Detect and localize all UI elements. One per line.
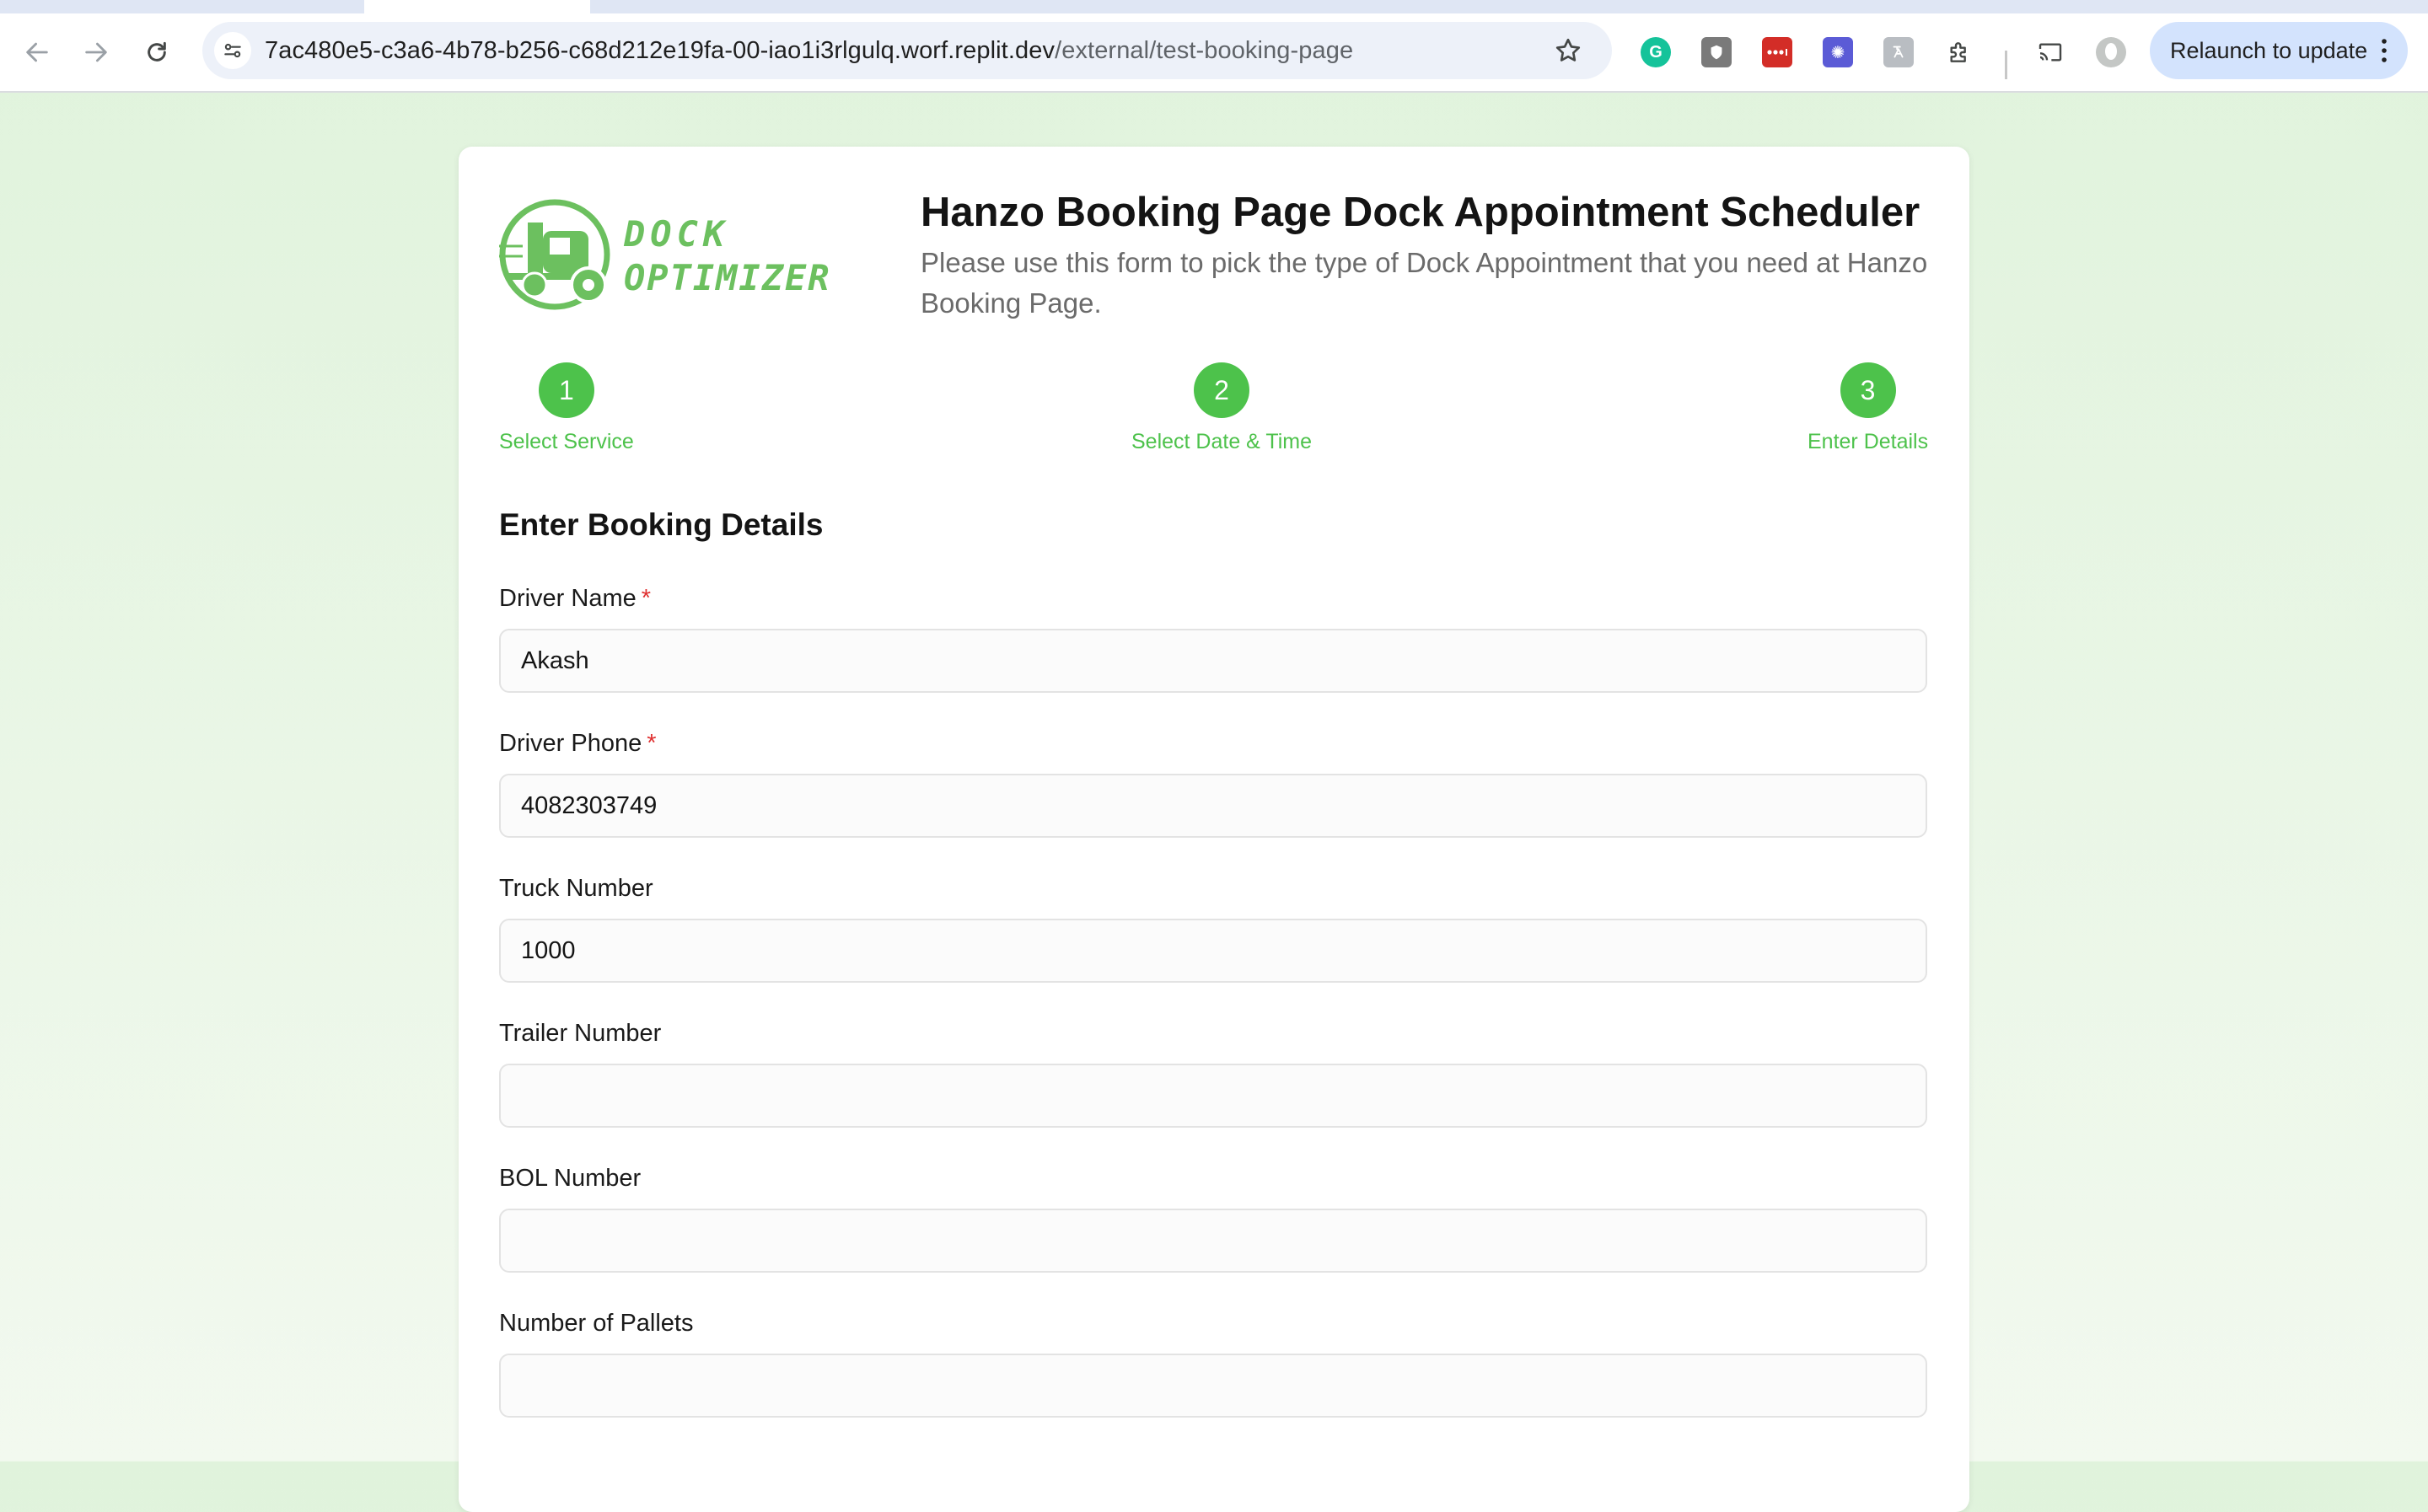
reload-icon[interactable] — [142, 37, 172, 67]
sparkle-icon[interactable]: ✺ — [1823, 37, 1853, 67]
step-select-date-time[interactable]: 2 Select Date & Time — [1131, 362, 1312, 454]
step-number: 3 — [1840, 362, 1896, 418]
trailer-number-label: Trailer Number — [499, 1020, 662, 1047]
truck-number-label: Truck Number — [499, 875, 653, 902]
site-settings-icon[interactable] — [214, 32, 251, 69]
required-marker: * — [641, 585, 652, 612]
step-label: Select Service — [499, 430, 634, 453]
bol-number-label: BOL Number — [499, 1165, 642, 1192]
lastpass-icon[interactable] — [1762, 37, 1792, 67]
step-enter-details[interactable]: 3 Enter Details — [1808, 362, 1928, 454]
driver-name-label: Driver Name * — [499, 585, 651, 613]
number-of-pallets-input[interactable] — [499, 1354, 1927, 1418]
required-marker: * — [647, 730, 657, 757]
bol-number-input[interactable] — [499, 1209, 1927, 1273]
step-label: Select Date & Time — [1131, 430, 1312, 453]
number-of-pallets-label: Number of Pallets — [499, 1310, 694, 1337]
trailer-number-input[interactable] — [499, 1064, 1927, 1128]
logo-text-line2: OPTIMIZER — [624, 257, 831, 298]
address-bar[interactable]: 7ac480e5-c3a6-4b78-b256-c68d212e19fa-00-… — [202, 22, 1612, 79]
puzzle-icon[interactable] — [1944, 37, 1974, 67]
page-subtitle: Please use this form to pick the type of… — [921, 247, 1928, 319]
field-label-text: Driver Name — [499, 585, 637, 612]
more-menu-icon[interactable] — [2377, 37, 2391, 64]
step-number: 1 — [538, 362, 594, 418]
step-number: 2 — [1193, 362, 1249, 418]
active-tab[interactable] — [364, 0, 590, 13]
grammarly-icon[interactable]: G — [1641, 37, 1671, 67]
browser-toolbar: 7ac480e5-c3a6-4b78-b256-c68d212e19fa-00-… — [0, 13, 2428, 93]
logo-text-line1: DOCK — [623, 213, 729, 255]
step-select-service[interactable]: 1 Select Service — [499, 362, 634, 454]
page-title: Hanzo Booking Page Dock Appointment Sche… — [921, 190, 1920, 235]
truck-logo-icon: DOCK OPTIMIZER — [499, 199, 831, 310]
bookmark-star-icon[interactable] — [1553, 35, 1583, 66]
toolbar-divider — [2005, 51, 2007, 79]
url-host: 7ac480e5-c3a6-4b78-b256-c68d212e19fa-00-… — [265, 37, 1056, 64]
url-path: /external/test-booking-page — [1055, 37, 1354, 64]
forward-icon[interactable] — [81, 37, 111, 67]
back-icon[interactable] — [22, 37, 52, 67]
cast-icon[interactable] — [2035, 37, 2065, 67]
driver-phone-input[interactable] — [499, 774, 1927, 838]
driver-phone-label: Driver Phone * — [499, 730, 657, 758]
tab-strip — [0, 0, 2428, 13]
booking-card: DOCK OPTIMIZER Hanzo Booking Page Dock A… — [459, 147, 1969, 1512]
truck-number-input[interactable] — [499, 919, 1927, 983]
profile-avatar-icon[interactable] — [2096, 37, 2126, 67]
section-title: Enter Booking Details — [499, 507, 824, 542]
field-label-text: Driver Phone — [499, 730, 642, 757]
url-text[interactable]: 7ac480e5-c3a6-4b78-b256-c68d212e19fa-00-… — [265, 22, 1353, 79]
shield-icon[interactable] — [1701, 37, 1732, 67]
relaunch-button[interactable]: Relaunch to update — [2150, 22, 2408, 79]
dock-optimizer-logo: DOCK OPTIMIZER — [497, 197, 902, 312]
relaunch-label: Relaunch to update — [2170, 38, 2368, 63]
step-label: Enter Details — [1808, 430, 1929, 453]
translate-icon[interactable] — [1883, 37, 1914, 67]
driver-name-input[interactable] — [499, 629, 1927, 693]
